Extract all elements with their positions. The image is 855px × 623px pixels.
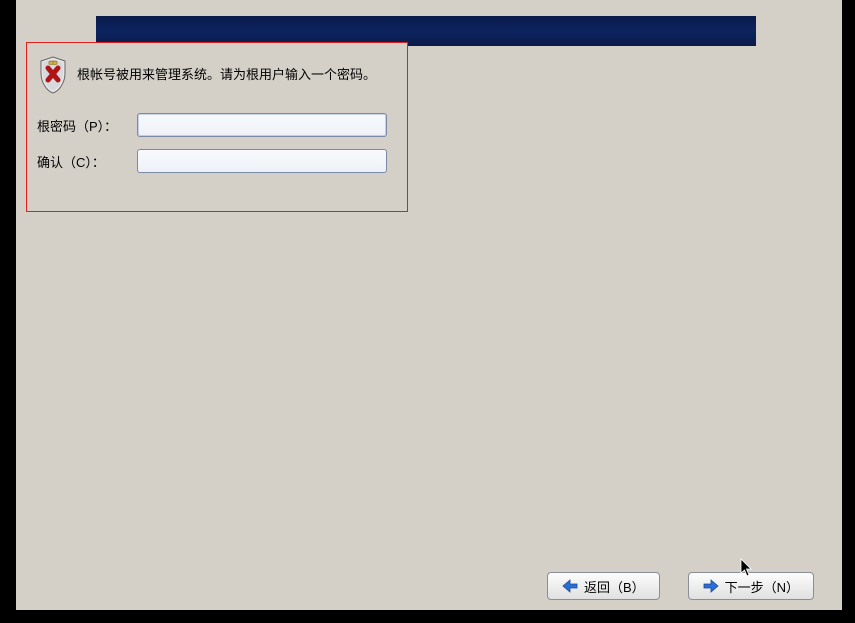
root-password-panel: 根帐号被用来管理系统。请为根用户输入一个密码。 根密码（P）： 确认（C）：: [26, 42, 408, 212]
footer-buttons: 返回（B） 下一步（N）: [547, 572, 814, 600]
arrow-right-icon: [703, 579, 719, 593]
back-button-label: 返回（B）: [584, 577, 645, 596]
confirm-label: 确认（C）：: [37, 152, 137, 171]
password-label: 根密码（P）：: [37, 116, 137, 135]
password-row: 根密码（P）：: [37, 113, 397, 137]
confirm-password-input[interactable]: [137, 149, 387, 173]
arrow-left-icon: [562, 579, 578, 593]
info-row: 根帐号被用来管理系统。请为根用户输入一个密码。: [37, 55, 397, 95]
back-button[interactable]: 返回（B）: [547, 572, 660, 600]
root-password-input[interactable]: [137, 113, 387, 137]
next-button-label: 下一步（N）: [725, 577, 799, 596]
info-text: 根帐号被用来管理系统。请为根用户输入一个密码。: [77, 66, 376, 84]
shield-icon: [37, 55, 69, 95]
installer-screen: 根帐号被用来管理系统。请为根用户输入一个密码。 根密码（P）： 确认（C）： 返…: [16, 0, 842, 610]
next-button[interactable]: 下一步（N）: [688, 572, 814, 600]
confirm-row: 确认（C）：: [37, 149, 397, 173]
